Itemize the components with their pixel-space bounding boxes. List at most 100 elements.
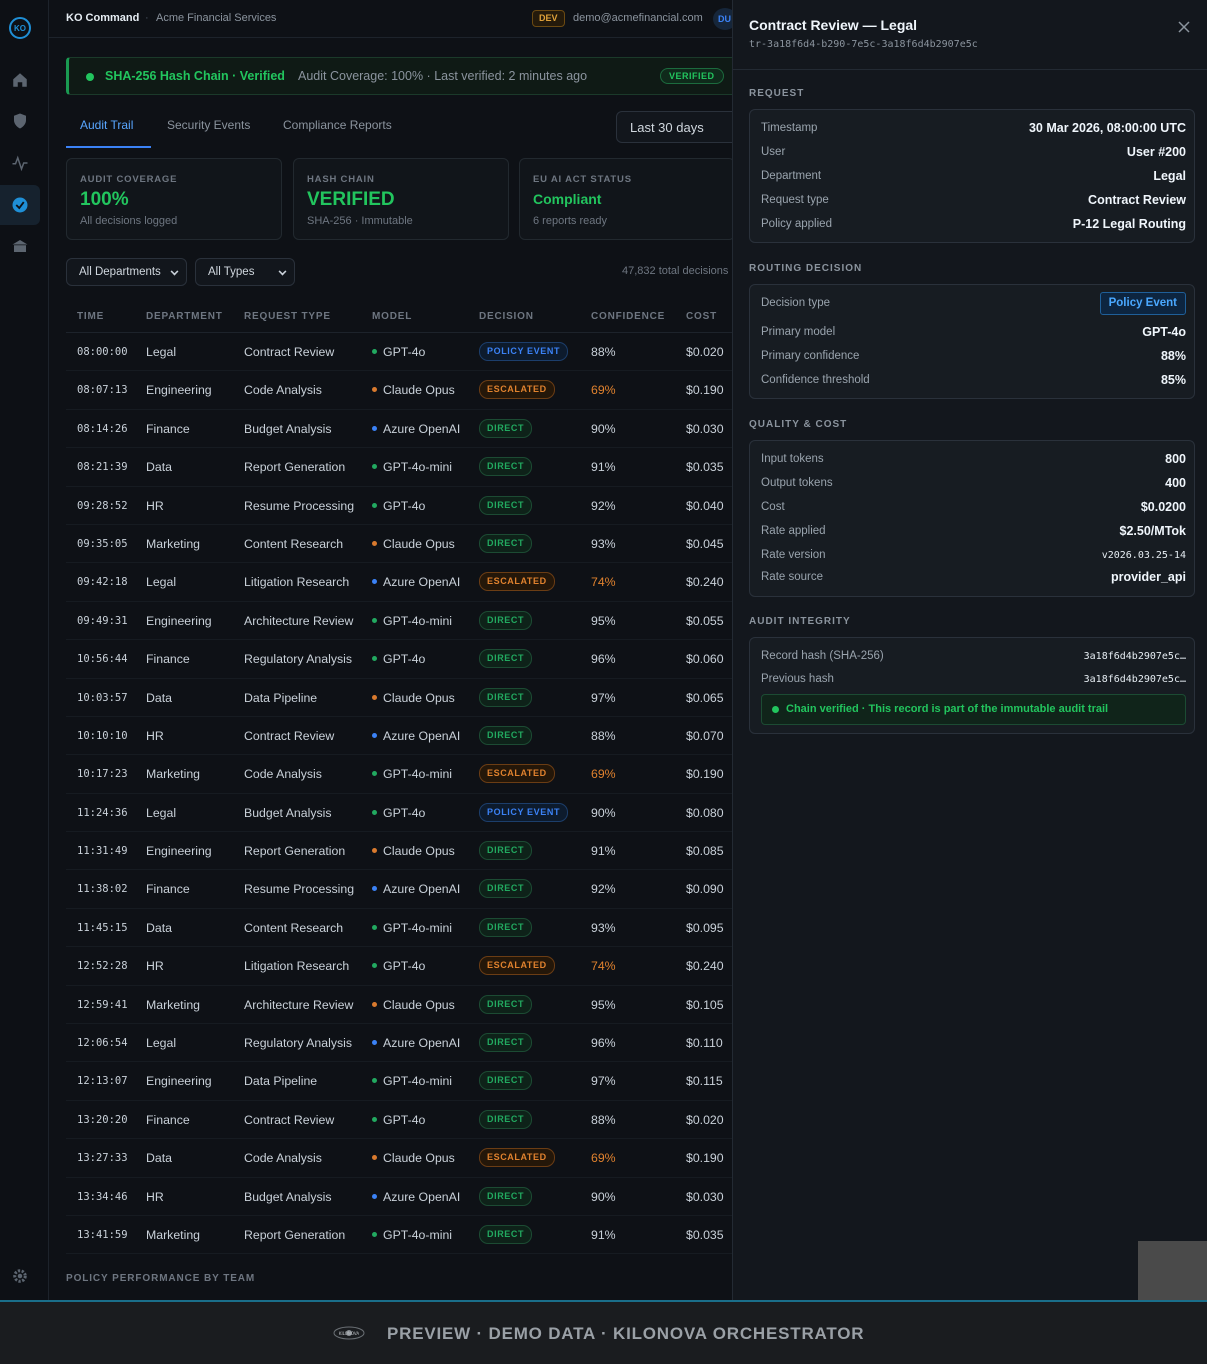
table-row[interactable]: 09:35:05 Marketing Content Research Claude … [66,525,732,564]
table-row[interactable]: 12:52:28 HR Litigation Research GPT-4o ESCAL… [66,947,732,986]
close-icon[interactable] [1173,16,1195,38]
department-filter[interactable]: All Departments [66,258,187,286]
col-request-type[interactable]: REQUEST TYPE [244,311,331,322]
cell-model: GPT-4o [372,806,425,820]
record-hash-value[interactable]: 3a18f6d4b2907e5c… [1084,651,1186,662]
cell-model: Claude Opus [372,844,455,858]
user-avatar[interactable]: DU [713,8,732,30]
cell-confidence: 96% [591,652,616,667]
table-row[interactable]: 13:41:59 Marketing Report Generation GPT-4o… [66,1216,732,1255]
cell-time: 10:17:23 [77,768,128,781]
shield-icon[interactable] [0,101,40,141]
cell-time: 08:00:00 [77,346,128,358]
cell-request-type: Report Generation [244,844,346,859]
table-row[interactable]: 09:49:31 Engineering Architecture Review GP… [66,602,732,641]
table-row[interactable]: 11:38:02 Finance Resume Processing Azure Op… [66,870,732,909]
table-row[interactable]: 10:10:10 HR Contract Review Azure OpenAI DIR… [66,717,732,756]
cell-request-type: Resume Processing [244,498,355,513]
model-dot-icon [372,886,377,892]
decision-badge: DIRECT [479,1186,533,1206]
cell-confidence: 90% [591,421,616,436]
preview-banner-text: PREVIEW · DEMO DATA · KILONOVA ORCHESTRA… [387,1324,865,1343]
kv-policy-applied: Policy applied P-12 Legal Routing [761,216,1186,236]
cell-department: Legal [146,1036,177,1051]
table-row[interactable]: 10:56:44 Finance Regulatory Analysis GPT-4o… [66,640,732,679]
card-value: Compliant [533,191,602,207]
table-row[interactable]: 12:13:07 Engineering Data Pipeline GPT-4o-m… [66,1062,732,1101]
kv-value: v2026.03.25-14 [1101,550,1186,561]
kv-key: Input tokens [761,453,824,465]
cell-confidence: 90% [591,805,616,820]
model-dot-icon [372,1116,377,1122]
date-range-select[interactable]: Last 30 days [616,111,732,143]
kv-value: 30 Mar 2026, 08:00:00 UTC [1028,121,1186,135]
cell-confidence: 95% [591,997,616,1012]
app-logo[interactable]: KO [9,17,31,39]
kilonova-logo: KILONOVA [332,1322,366,1344]
cell-request-type: Architecture Review [244,613,354,628]
cell-cost: $0.030 [686,421,724,436]
col-model[interactable]: MODEL [372,311,412,322]
col-time[interactable]: TIME [77,311,104,322]
kv-key: Rate source [761,571,824,583]
cell-confidence: 88% [591,1112,616,1127]
kv-user: User User #200 [761,144,1186,164]
table-row[interactable]: 09:28:52 HR Resume Processing GPT-4o DIRECT 9… [66,487,732,525]
total-decisions: 47,832 total decisions [622,265,729,277]
check-circle-icon[interactable] [0,185,40,225]
cell-request-type: Report Generation [244,460,346,475]
cell-confidence: 93% [591,920,616,935]
table-row[interactable]: 12:06:54 Legal Regulatory Analysis Azure Op… [66,1024,732,1063]
kv-rate-version: Rate version v2026.03.25-14 [761,547,1186,567]
cell-confidence: 96% [591,1036,616,1051]
cell-confidence: 91% [591,1227,616,1242]
kv-key: Confidence threshold [761,374,870,386]
previous-hash-value[interactable]: 3a18f6d4b2907e5c… [1084,674,1186,685]
table-row[interactable]: 12:59:41 Marketing Architecture Review Clau… [66,986,732,1025]
cell-cost: $0.040 [686,498,724,513]
table-row[interactable]: 13:27:33 Data Code Analysis Claude Opus ESCA… [66,1139,732,1178]
table-row[interactable]: 11:45:15 Data Content Research GPT-4o-mini D… [66,909,732,948]
tab-compliance-reports[interactable]: Compliance Reports [283,118,392,132]
cell-department: Engineering [146,613,212,628]
cell-model: GPT-4o [372,499,425,513]
table-row[interactable]: 10:03:57 Data Data Pipeline Claude Opus DIRE… [66,679,732,717]
card-label: EU AI ACT STATUS [533,174,632,185]
home-icon[interactable] [0,60,40,100]
decision-badge: ESCALATED [479,572,555,592]
gear-icon[interactable] [0,1256,40,1296]
banner-detail: Audit Coverage: 100% · Last verified: 2 … [298,69,588,83]
building-icon[interactable] [0,226,40,266]
cell-cost: $0.240 [686,575,724,590]
cell-cost: $0.070 [686,728,724,743]
kv-key: Record hash (SHA-256) [761,650,884,662]
table-row[interactable]: 13:34:46 HR Budget Analysis Azure OpenAI DIR… [66,1178,732,1216]
table-row[interactable]: 08:00:00 Legal Contract Review GPT-4o POLICY… [66,333,732,372]
table-row[interactable]: 09:42:18 Legal Litigation Research Azure Op… [66,563,732,602]
table-row[interactable]: 08:07:13 Engineering Code Analysis Claude O… [66,371,732,410]
model-dot-icon [372,1040,377,1046]
col-cost[interactable]: COST [686,311,717,322]
cell-time: 09:49:31 [77,614,128,627]
card-label: HASH CHAIN [307,174,375,185]
table-row[interactable]: 11:24:36 Legal Budget Analysis GPT-4o POLICY… [66,794,732,833]
card-sub: SHA-256 · Immutable [307,215,413,227]
detail-panel: Contract Review — Legal tr-3a18f6d4-b290… [732,0,1207,1300]
table-row[interactable]: 13:20:20 Finance Contract Review GPT-4o DIRE… [66,1101,732,1140]
table-row[interactable]: 11:31:49 Engineering Report Generation Clau… [66,832,732,871]
type-filter[interactable]: All Types [195,258,295,286]
col-decision[interactable]: DECISION [479,311,534,322]
cell-time: 10:03:57 [77,691,128,704]
chain-verified-notice: Chain verified · This record is part of … [761,694,1186,725]
table-row[interactable]: 08:14:26 Finance Budget Analysis Azure Open… [66,410,732,449]
model-name: GPT-4o [383,345,426,359]
col-department[interactable]: DEPARTMENT [146,311,223,322]
table-row[interactable]: 10:17:23 Marketing Code Analysis GPT-4o-min… [66,755,732,794]
tab-audit-trail[interactable]: Audit Trail [80,118,133,132]
tab-security-events[interactable]: Security Events [167,118,250,132]
activity-icon[interactable] [0,143,40,183]
table-row[interactable]: 08:21:39 Data Report Generation GPT-4o-mini… [66,448,732,487]
quality-heading: QUALITY & COST [749,419,848,430]
model-name: GPT-4o [383,805,426,820]
col-confidence[interactable]: CONFIDENCE [591,311,665,322]
